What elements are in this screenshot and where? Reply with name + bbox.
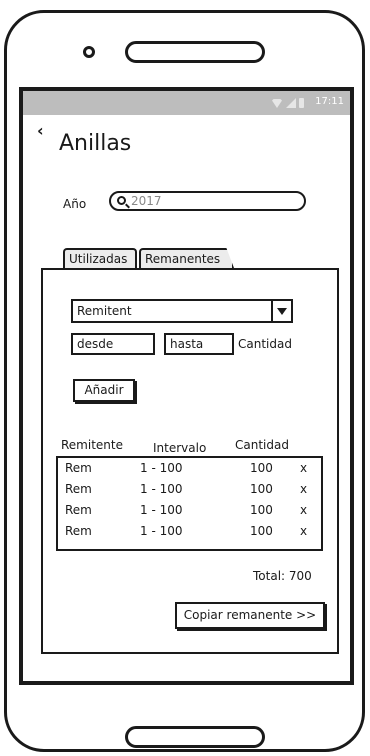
add-button[interactable]: Añadir [73, 379, 135, 402]
camera-icon [83, 46, 95, 58]
cell-intervalo: 1 - 100 [140, 482, 183, 496]
year-search-input[interactable]: 2017 [109, 191, 306, 211]
cell-remitente: Rem [65, 482, 92, 496]
delete-row-button[interactable]: x [300, 524, 307, 538]
status-bar: 17:11 [23, 91, 350, 115]
dropdown-value: Remitent [77, 304, 132, 318]
cantidad-label: Cantidad [238, 337, 292, 351]
remanentes-panel: Remitent desde hasta Cantidad Añadir Rem… [41, 268, 339, 654]
speaker-grille [125, 41, 265, 63]
status-icons [271, 97, 304, 108]
cell-intervalo: 1 - 100 [140, 503, 183, 517]
desde-field[interactable]: desde [71, 333, 155, 355]
year-label: Año [63, 197, 87, 211]
cell-remitente: Rem [65, 503, 92, 517]
hasta-field[interactable]: hasta [164, 333, 234, 355]
signal-icon [286, 98, 296, 108]
delete-row-button[interactable]: x [300, 503, 307, 517]
chevron-down-icon[interactable] [271, 301, 291, 321]
table-row: Rem 1 - 100 100 x [58, 503, 321, 523]
delete-row-button[interactable]: x [300, 461, 307, 475]
cell-remitente: Rem [65, 524, 92, 538]
page-title: Anillas [59, 131, 132, 156]
chevron-left-icon[interactable]: ‹ [37, 121, 44, 140]
status-time: 17:11 [315, 96, 344, 107]
table-row: Rem 1 - 100 100 x [58, 461, 321, 481]
table-row: Rem 1 - 100 100 x [58, 524, 321, 544]
total-label: Total: 700 [253, 569, 312, 583]
delete-row-button[interactable]: x [300, 482, 307, 496]
copy-remanente-button[interactable]: Copiar remanente >> [175, 602, 325, 629]
cell-cantidad: 100 [250, 482, 273, 496]
wifi-icon [271, 99, 283, 108]
search-icon [117, 196, 126, 205]
battery-icon [299, 98, 304, 108]
table-row: Rem 1 - 100 100 x [58, 482, 321, 502]
cell-intervalo: 1 - 100 [140, 461, 183, 475]
home-button[interactable] [125, 726, 265, 748]
remitente-dropdown[interactable]: Remitent [71, 299, 293, 323]
remanentes-table: Rem 1 - 100 100 x Rem 1 - 100 100 x Rem … [56, 456, 323, 551]
cell-cantidad: 100 [250, 461, 273, 475]
cell-cantidad: 100 [250, 524, 273, 538]
screen: 17:11 ‹ Anillas Año 2017 Utilizadas Rema… [19, 87, 354, 685]
cell-intervalo: 1 - 100 [140, 524, 183, 538]
tab-remanentes[interactable]: Remanentes [139, 248, 234, 268]
cell-remitente: Rem [65, 461, 92, 475]
col-header-intervalo: Intervalo [153, 441, 207, 455]
tab-utilizadas[interactable]: Utilizadas [63, 248, 137, 268]
col-header-cantidad: Cantidad [235, 438, 289, 452]
col-header-remitente: Remitente [61, 438, 123, 452]
year-value: 2017 [131, 194, 162, 208]
cell-cantidad: 100 [250, 503, 273, 517]
